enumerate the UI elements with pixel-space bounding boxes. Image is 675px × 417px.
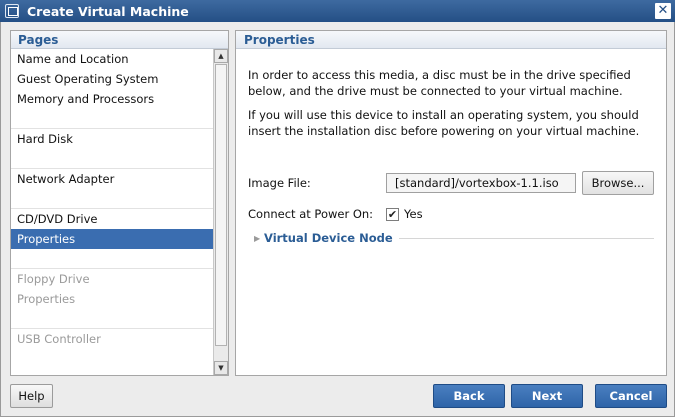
page-item-floppy-drive: Floppy Drive xyxy=(17,272,90,286)
page-item-hard-disk[interactable]: Hard Disk xyxy=(11,129,213,149)
scrollbar-thumb[interactable] xyxy=(215,64,227,346)
page-item-usb-controller: USB Controller xyxy=(17,332,101,346)
browse-button[interactable]: Browse... xyxy=(582,171,654,195)
dialog-body: Pages Name and Location Guest Operating … xyxy=(0,22,675,417)
connect-power-checkbox[interactable]: ✔ xyxy=(386,207,399,221)
pages-panel: Pages Name and Location Guest Operating … xyxy=(10,30,229,376)
page-item-memory-processors[interactable]: Memory and Processors xyxy=(11,89,213,109)
cancel-button[interactable]: Cancel xyxy=(595,384,667,408)
page-item-network-adapter[interactable]: Network Adapter xyxy=(11,169,213,189)
close-button[interactable]: ✕ xyxy=(655,3,671,19)
vm-app-icon xyxy=(5,4,19,18)
list-separator xyxy=(11,189,213,209)
list-separator xyxy=(11,309,213,329)
properties-header: Properties xyxy=(236,31,666,49)
back-button[interactable]: Back xyxy=(433,384,505,408)
expand-triangle-icon[interactable]: ▶ xyxy=(254,234,264,243)
scroll-down-arrow-icon[interactable]: ▼ xyxy=(214,361,228,375)
list-separator xyxy=(11,149,213,169)
virtual-device-node-section[interactable]: ▶ Virtual Device Node xyxy=(254,231,654,245)
media-access-text: In order to access this media, a disc mu… xyxy=(248,68,631,98)
scroll-up-arrow-icon[interactable]: ▲ xyxy=(214,49,228,63)
help-button[interactable]: Help xyxy=(10,384,53,408)
connect-power-yes-label[interactable]: Yes xyxy=(404,207,423,221)
pages-scrollbar[interactable]: ▲ ▼ xyxy=(213,49,228,375)
image-file-input[interactable] xyxy=(386,173,576,193)
install-hint-text: If you will use this device to install a… xyxy=(248,108,640,138)
connect-power-label: Connect at Power On: xyxy=(248,207,374,221)
properties-content: In order to access this media, a disc mu… xyxy=(248,67,658,245)
page-item-guest-os[interactable]: Guest Operating System xyxy=(11,69,213,89)
properties-panel: Properties In order to access this media… xyxy=(235,30,667,376)
image-file-label: Image File: xyxy=(248,176,311,190)
pages-list: Name and Location Guest Operating System… xyxy=(11,49,213,375)
pages-header: Pages xyxy=(11,31,228,49)
title-bar: Create Virtual Machine ✕ xyxy=(0,0,675,22)
window-title: Create Virtual Machine xyxy=(27,3,189,19)
image-file-row: Image File: Browse... xyxy=(248,171,658,195)
list-separator xyxy=(11,249,213,269)
page-item-cd-dvd-drive[interactable]: CD/DVD Drive xyxy=(11,209,213,229)
virtual-device-node-label[interactable]: Virtual Device Node xyxy=(264,231,393,245)
next-button[interactable]: Next xyxy=(511,384,583,408)
connect-power-row: Connect at Power On: ✔ Yes xyxy=(248,207,423,221)
section-divider xyxy=(398,237,654,239)
page-item-cd-dvd-properties[interactable]: Properties xyxy=(11,229,213,249)
page-item-name-location[interactable]: Name and Location xyxy=(11,49,213,69)
page-item-floppy-properties: Properties xyxy=(17,292,76,306)
list-separator xyxy=(11,109,213,129)
